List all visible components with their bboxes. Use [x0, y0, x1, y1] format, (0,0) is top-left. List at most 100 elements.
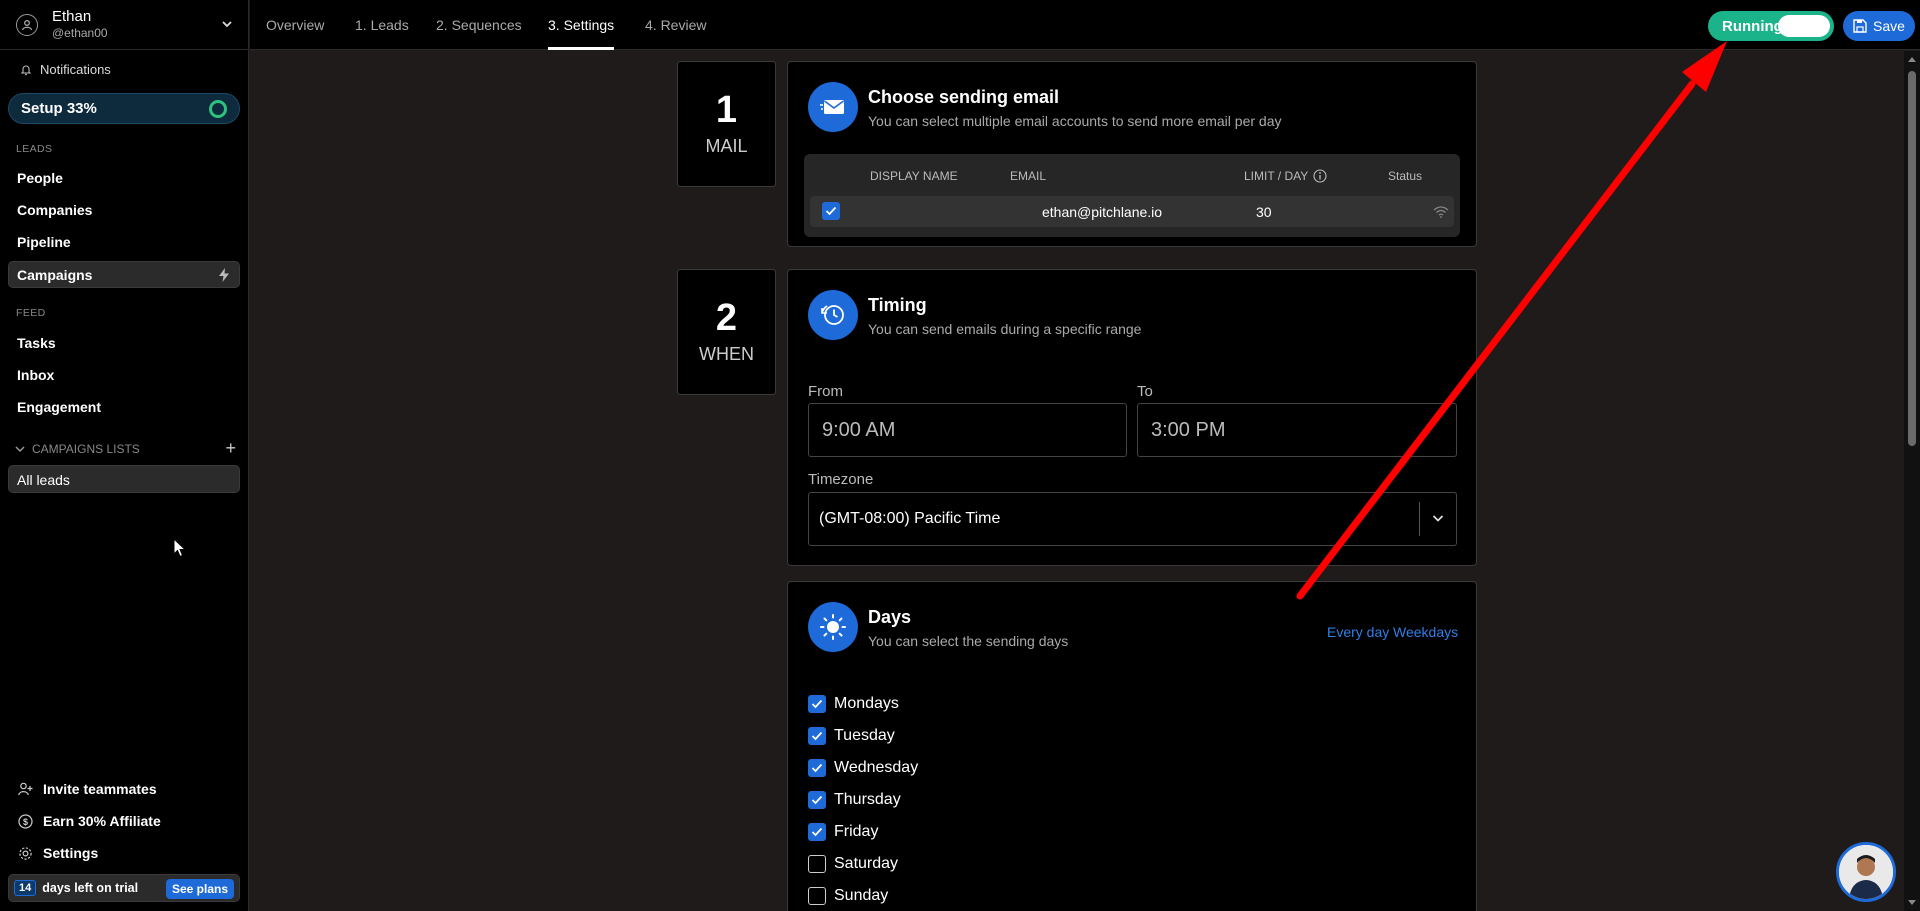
setup-progress-pill[interactable]: Setup 33% [8, 93, 240, 124]
sending-email-panel: Choose sending email You can select mult… [787, 61, 1477, 247]
save-button[interactable]: Save [1843, 11, 1915, 41]
step-word: MAIL [705, 136, 748, 156]
days-panel: Days You can select the sending days Eve… [787, 581, 1477, 911]
check-icon [825, 206, 837, 216]
running-toggle[interactable]: Running [1708, 11, 1834, 41]
limit-cell: 30 [1256, 204, 1272, 220]
chat-support-avatar[interactable] [1836, 842, 1896, 902]
sidebar-item-companies[interactable]: Companies [17, 202, 92, 218]
day-label: Wednesday [834, 759, 919, 776]
check-icon [811, 699, 823, 709]
day-option-saturday[interactable]: Saturday [808, 855, 898, 873]
tab-sequences[interactable]: 2. Sequences [436, 17, 522, 33]
svg-text:$: $ [23, 817, 28, 827]
day-option-wednesday[interactable]: Wednesday [808, 759, 918, 777]
day-checkbox[interactable] [808, 887, 826, 905]
trial-days-count: 14 [14, 880, 37, 896]
sun-icon [808, 602, 858, 652]
campaigns-label: Campaigns [17, 267, 93, 283]
check-icon [811, 827, 823, 837]
tab-review[interactable]: 4. Review [645, 17, 706, 33]
invite-teammates-link[interactable]: Invite teammates [18, 781, 157, 797]
campaigns-lists-toggle[interactable]: CAMPAIGNS LISTS [14, 442, 140, 456]
scroll-thumb[interactable] [1908, 71, 1916, 446]
tab-overview[interactable]: Overview [266, 17, 324, 33]
day-checkbox[interactable] [808, 727, 826, 745]
step-number: 2 [715, 297, 738, 339]
setup-label: Setup 33% [21, 100, 97, 117]
scroll-down-arrow-icon[interactable] [1908, 900, 1916, 905]
user-name: Ethan [52, 7, 92, 25]
chevron-down-icon [15, 446, 25, 453]
check-icon [811, 795, 823, 805]
day-label: Friday [834, 823, 879, 840]
see-plans-button[interactable]: See plans [165, 879, 234, 899]
active-tab-indicator [548, 47, 614, 50]
bell-icon [20, 65, 32, 75]
user-menu[interactable]: Ethan @ethan00 [0, 0, 249, 50]
day-option-tuesday[interactable]: Tuesday [808, 727, 895, 745]
column-header: DISPLAY NAME [870, 169, 958, 183]
step-word: WHEN [699, 344, 754, 364]
sidebar-item-engagement[interactable]: Engagement [17, 399, 101, 415]
clock-icon [808, 290, 858, 340]
wifi-status-icon [1433, 206, 1449, 218]
check-icon [811, 731, 823, 741]
from-time-input[interactable]: 9:00 AM [808, 403, 1127, 457]
weekdays-link[interactable]: Weekdays [1393, 624, 1458, 640]
affiliate-link[interactable]: $ Earn 30% Affiliate [18, 813, 161, 829]
notifications-label: Notifications [40, 62, 111, 77]
day-label: Saturday [834, 855, 899, 872]
day-checkbox[interactable] [808, 759, 826, 777]
sidebar-item-campaigns[interactable]: Campaigns [8, 261, 240, 288]
step-1-box: 1 MAIL [677, 61, 776, 187]
settings-link[interactable]: Settings [18, 845, 98, 861]
day-option-friday[interactable]: Friday [808, 823, 878, 841]
day-option-thursday[interactable]: Thursday [808, 791, 901, 809]
sidebar-item-tasks[interactable]: Tasks [17, 335, 56, 351]
notifications-link[interactable]: Notifications [20, 62, 111, 77]
floppy-disk-icon [1853, 19, 1867, 33]
tab-leads[interactable]: 1. Leads [355, 17, 409, 33]
day-option-sunday[interactable]: Sunday [808, 887, 888, 905]
day-option-mondays[interactable]: Mondays [808, 695, 899, 713]
check-icon [811, 763, 823, 773]
affiliate-label: Earn 30% Affiliate [43, 813, 161, 829]
day-checkbox[interactable] [808, 695, 826, 713]
day-label: Mondays [834, 695, 899, 712]
panel-subtitle: You can select the sending days [868, 633, 1069, 649]
trial-text: days left on trial [42, 881, 139, 895]
sidebar-item-pipeline[interactable]: Pipeline [17, 234, 71, 250]
main-scrollbar[interactable] [1904, 51, 1920, 911]
row-checkbox[interactable] [822, 202, 840, 220]
sidebar-item-people[interactable]: People [17, 170, 63, 186]
to-time-input[interactable]: 3:00 PM [1137, 403, 1457, 457]
user-handle: @ethan00 [52, 25, 108, 40]
day-checkbox[interactable] [808, 855, 826, 873]
chevron-down-icon [1432, 515, 1444, 522]
email-accounts-table: DISPLAY NAME EMAIL LIMIT / DAY Status et… [804, 154, 1460, 237]
chevron-down-icon[interactable] [221, 18, 233, 30]
timezone-select[interactable]: (GMT-08:00) Pacific Time [808, 492, 1457, 546]
column-header: EMAIL [1010, 169, 1047, 183]
every-day-link[interactable]: Every day [1327, 624, 1389, 640]
dollar-icon: $ [18, 813, 33, 829]
running-label: Running [1722, 17, 1783, 35]
from-label: From [808, 383, 843, 400]
step-2-box: 2 WHEN [677, 269, 776, 395]
user-avatar-icon [16, 13, 38, 36]
panel-title: Timing [868, 295, 927, 315]
info-icon[interactable] [1313, 169, 1327, 183]
add-list-plus-icon[interactable]: + [225, 439, 236, 457]
campaigns-lists-label: CAMPAIGNS LISTS [32, 442, 140, 456]
day-label: Tuesday [834, 727, 895, 744]
list-item-all-leads[interactable]: All leads [8, 465, 240, 493]
email-cell: ethan@pitchlane.io [1042, 204, 1163, 220]
sidebar-item-inbox[interactable]: Inbox [17, 367, 54, 383]
panel-subtitle: You can send emails during a specific ra… [868, 321, 1142, 337]
day-checkbox[interactable] [808, 791, 826, 809]
tab-settings[interactable]: 3. Settings [548, 17, 614, 33]
day-checkbox[interactable] [808, 823, 826, 841]
scroll-up-arrow-icon[interactable] [1908, 57, 1916, 62]
table-row[interactable]: ethan@pitchlane.io 30 [810, 196, 1454, 227]
